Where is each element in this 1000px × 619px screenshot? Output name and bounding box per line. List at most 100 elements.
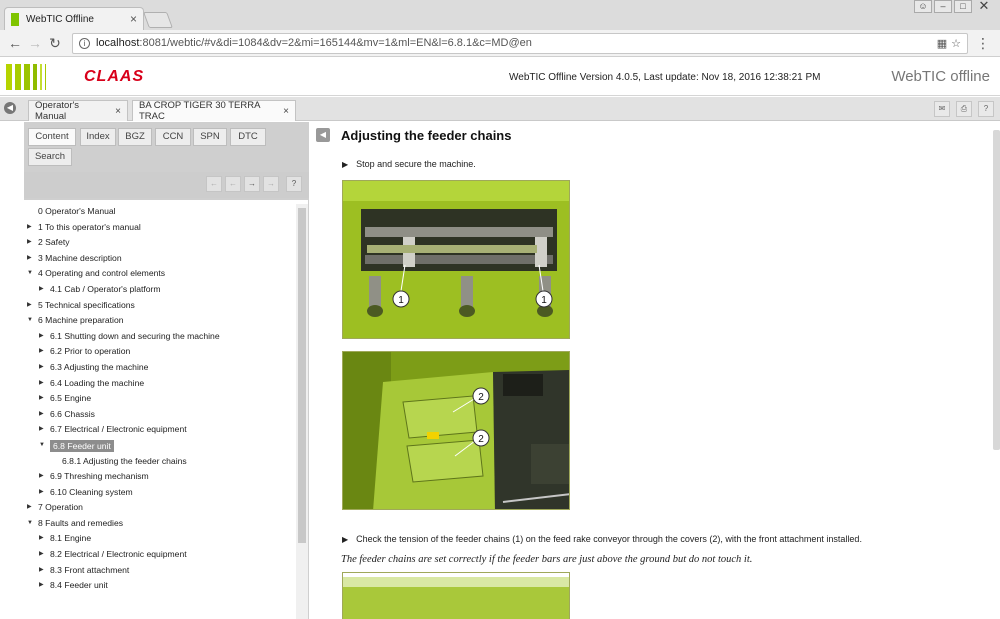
next-page-icon[interactable]: → xyxy=(244,176,260,192)
expanded-arrow-icon[interactable]: ▼ xyxy=(27,266,33,282)
expanded-arrow-icon[interactable]: ▼ xyxy=(27,313,33,329)
tree-item-label: 6.3 Adjusting the machine xyxy=(50,361,149,372)
tree-item[interactable]: ▶ 6.1 Shutting down and securing the mach… xyxy=(24,329,296,345)
tree-item-label: 8.2 Electrical / Electronic equipment xyxy=(50,549,187,560)
maximize-icon[interactable]: □ xyxy=(954,0,972,13)
collapsed-arrow-icon[interactable]: ▶ xyxy=(39,329,44,345)
collapsed-arrow-icon[interactable]: ▶ xyxy=(39,485,44,501)
collapsed-arrow-icon[interactable]: ▶ xyxy=(27,298,32,314)
email-icon[interactable]: ✉ xyxy=(934,101,950,117)
translate-icon[interactable]: ▦ xyxy=(937,37,947,50)
tab-dtc[interactable]: DTC xyxy=(230,128,266,146)
tree-item[interactable]: ▶ 6.4 Loading the machine xyxy=(24,376,296,392)
tree-item[interactable]: ▶ 6.7 Electrical / Electronic equipment xyxy=(24,422,296,438)
first-page-icon[interactable]: ← xyxy=(206,176,222,192)
collapsed-arrow-icon[interactable]: ▶ xyxy=(39,391,44,407)
tree-item[interactable]: ▶ 8.4 Feeder unit xyxy=(24,578,296,594)
collapsed-arrow-icon[interactable]: ▶ xyxy=(39,407,44,423)
back-icon[interactable]: ← xyxy=(6,35,24,51)
collapsed-arrow-icon[interactable]: ▶ xyxy=(39,282,44,298)
tree-item-label: 6.6 Chassis xyxy=(50,408,95,419)
collapsed-arrow-icon[interactable]: ▶ xyxy=(27,500,32,516)
new-tab-button[interactable] xyxy=(143,12,173,28)
tree-item[interactable]: ▶ 6.3 Adjusting the machine xyxy=(24,360,296,376)
close-window-icon[interactable]: ✕ xyxy=(974,0,994,13)
previous-page-icon[interactable]: ← xyxy=(225,176,241,192)
collapsed-arrow-icon[interactable]: ▶ xyxy=(39,547,44,563)
collapsed-arrow-icon[interactable]: ▶ xyxy=(39,578,44,594)
tree-item[interactable]: ▶ 6.6 Chassis xyxy=(24,407,296,423)
browser-tab[interactable]: WebTIC Offline × xyxy=(4,7,144,30)
tree-item[interactable]: ▶ 5 Technical specifications xyxy=(24,298,296,314)
collapse-panel-icon[interactable]: ◀ xyxy=(4,102,16,114)
tree-item[interactable]: ▶ 8.3 Front attachment xyxy=(24,563,296,579)
tree-item-label: 6.8 Feeder unit xyxy=(50,439,114,452)
tree-item[interactable]: ▼ 4 Operating and control elements xyxy=(24,266,296,282)
tree-item[interactable]: ▶ 2 Safety xyxy=(24,235,296,251)
collapsed-arrow-icon[interactable]: ▶ xyxy=(39,376,44,392)
collapsed-arrow-icon[interactable]: ▶ xyxy=(39,360,44,376)
expanded-arrow-icon[interactable]: ▼ xyxy=(39,438,45,454)
collapsed-arrow-icon[interactable]: ▶ xyxy=(27,235,32,251)
version-info: WebTIC Offline Version 4.0.5, Last updat… xyxy=(509,72,821,83)
tree-item[interactable]: ▼ 8 Faults and remedies xyxy=(24,516,296,532)
user-icon[interactable]: ☺ xyxy=(914,0,932,13)
tree-item[interactable]: ▶ 6.2 Prior to operation xyxy=(24,344,296,360)
tree-item[interactable]: ▶ 6.10 Cleaning system xyxy=(24,485,296,501)
tab-ccn[interactable]: CCN xyxy=(155,128,191,146)
collapsed-arrow-icon[interactable]: ▶ xyxy=(39,422,44,438)
collapse-content-icon[interactable]: ◀ xyxy=(316,128,330,142)
collapsed-arrow-icon[interactable]: ▶ xyxy=(27,220,32,236)
tree-item[interactable]: 0 Operator's Manual xyxy=(24,204,296,220)
tab-operators-manual[interactable]: Operator's Manual × xyxy=(28,100,128,122)
collapsed-arrow-icon[interactable]: ▶ xyxy=(39,469,44,485)
expanded-arrow-icon[interactable]: ▼ xyxy=(27,516,33,532)
callout-2-top: 2 xyxy=(478,392,484,403)
collapsed-arrow-icon[interactable]: ▶ xyxy=(39,563,44,579)
tree-item[interactable]: ▼ 6 Machine preparation xyxy=(24,313,296,329)
tree-item[interactable]: 6.8.1 Adjusting the feeder chains xyxy=(24,454,296,470)
tree-help-icon[interactable]: ? xyxy=(286,176,302,192)
forward-icon[interactable]: → xyxy=(26,35,44,51)
menu-icon[interactable]: ⋮ xyxy=(974,35,992,52)
info-icon[interactable]: i xyxy=(79,37,90,49)
close-icon[interactable]: × xyxy=(283,106,289,117)
page-title: Adjusting the feeder chains xyxy=(341,128,512,143)
print-icon[interactable]: ⎙ xyxy=(956,101,972,117)
content-scrollbar[interactable] xyxy=(993,130,1000,450)
tab-search[interactable]: Search xyxy=(28,148,72,166)
tab-content[interactable]: Content xyxy=(28,128,76,146)
tree-item[interactable]: ▶ 8.1 Engine xyxy=(24,531,296,547)
tree-item-label: 8 Faults and remedies xyxy=(38,517,124,528)
tab-crop-tiger[interactable]: BA CROP TIGER 30 TERRA TRAC × xyxy=(132,100,296,122)
last-page-icon[interactable]: → xyxy=(263,176,279,192)
close-tab-icon[interactable]: × xyxy=(130,12,137,26)
help-icon[interactable]: ? xyxy=(978,101,994,117)
url-input[interactable]: i localhost:8081/webtic/#v&di=1084&dv=2&… xyxy=(72,32,968,54)
tree-scrollbar-thumb[interactable] xyxy=(298,208,306,543)
tree-scrollbar[interactable] xyxy=(296,204,308,619)
bookmark-star-icon[interactable]: ☆ xyxy=(951,37,961,50)
tab-index[interactable]: Index xyxy=(80,128,116,146)
tree-item[interactable]: ▶ 3 Machine description xyxy=(24,251,296,267)
tree-item[interactable]: ▶ 4.1 Cab / Operator's platform xyxy=(24,282,296,298)
collapsed-arrow-icon[interactable]: ▶ xyxy=(39,344,44,360)
collapsed-arrow-icon[interactable]: ▶ xyxy=(39,531,44,547)
minimize-icon[interactable]: – xyxy=(934,0,952,13)
tree-item[interactable]: ▼ 6.8 Feeder unit xyxy=(24,438,296,454)
document-tabs: ◀ Operator's Manual × BA CROP TIGER 30 T… xyxy=(0,97,1000,122)
tree-item[interactable]: ▶ 6.9 Threshing mechanism xyxy=(24,469,296,485)
tree-item[interactable]: ▶ 7 Operation xyxy=(24,500,296,516)
app-header: CLAAS WebTIC Offline Version 4.0.5, Last… xyxy=(0,58,1000,96)
tab-spn[interactable]: SPN xyxy=(193,128,227,146)
reload-icon[interactable]: ↻ xyxy=(46,35,64,52)
tree-item[interactable]: ▶ 8.2 Electrical / Electronic equipment xyxy=(24,547,296,563)
tree-item[interactable]: ▶ 6.5 Engine xyxy=(24,391,296,407)
window-controls: ☺ – □ ✕ xyxy=(914,0,994,13)
close-icon[interactable]: × xyxy=(115,106,121,117)
collapsed-arrow-icon[interactable]: ▶ xyxy=(27,251,32,267)
partial-illustration xyxy=(343,573,569,619)
tree-item-label: 5 Technical specifications xyxy=(38,299,135,310)
tab-bgz[interactable]: BGZ xyxy=(118,128,152,146)
tree-item[interactable]: ▶ 1 To this operator's manual xyxy=(24,220,296,236)
